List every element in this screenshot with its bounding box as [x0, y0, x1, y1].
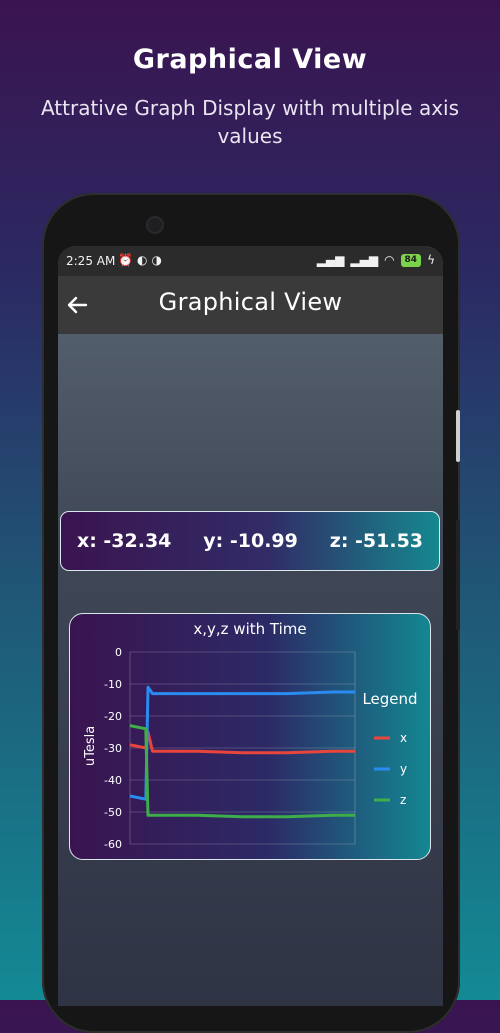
legend-label-x: x	[400, 731, 407, 745]
y-tick-label: -10	[104, 678, 122, 691]
app-icon: ◑	[151, 253, 162, 267]
volume-button	[456, 520, 460, 630]
alarm-icon: ⏰	[118, 253, 133, 267]
series-line-y	[129, 685, 355, 801]
y-axis-ticks: 0 -10 -20 -30 -40 -50 -60	[104, 646, 122, 851]
promo-title: Graphical View	[132, 44, 368, 75]
series-line-x	[129, 730, 355, 755]
arrow-left-icon	[67, 296, 88, 314]
legend-title: Legend	[362, 690, 417, 708]
y-tick-label: -60	[104, 838, 122, 851]
app-icon: ◐	[136, 253, 148, 267]
sensor-readings-card: x: -32.34 y: -10.99 z: -51.53	[60, 511, 440, 571]
legend-label-y: y	[400, 762, 407, 776]
chart-title: x,y,z with Time	[193, 620, 306, 638]
chart-legend: x y z	[374, 731, 407, 807]
y-tick-label: -20	[104, 710, 122, 723]
y-tick-label: -40	[104, 774, 122, 787]
status-left-icons: ⏰ ◐ ◑	[118, 253, 162, 267]
app-bar-title: Graphical View	[158, 288, 343, 316]
signal-icon: ▂▄▆	[350, 253, 379, 267]
y-reading: y: -10.99	[203, 530, 298, 552]
y-tick-label: 0	[115, 646, 122, 659]
status-time: 2:25 AM	[66, 254, 116, 268]
x-reading: x: -32.34	[76, 530, 172, 552]
power-button	[456, 410, 460, 462]
front-camera	[148, 218, 162, 232]
battery-icon: 84	[400, 253, 422, 267]
back-button[interactable]	[66, 290, 96, 320]
y-tick-label: -30	[104, 742, 122, 755]
y-axis-label: uTesla	[83, 726, 98, 766]
line-chart: x,y,z with Time 0 -10 -20 -30 -40 -50 -60 uTes…	[83, 620, 418, 851]
y-tick-label: -50	[104, 806, 122, 819]
chart-card: x,y,z with Time 0 -10 -20 -30 -40 -50 -60 uTes…	[69, 613, 431, 860]
wifi-icon: ◠	[384, 253, 395, 267]
status-right-icons: ▂▄▆ ▂▄▆ ◠ 84 ϟ	[317, 253, 435, 267]
signal-icon: ▂▄▆	[316, 253, 345, 267]
legend-label-z: z	[400, 793, 406, 807]
series-line-z	[129, 724, 355, 819]
status-bar: 2:25 AM ⏰ ◐ ◑ ▂▄▆ ▂▄▆ ◠ 84 ϟ	[58, 246, 443, 276]
charging-icon: ϟ	[427, 253, 435, 267]
promo-subtitle: Attrative Graph Display with multiple ax…	[40, 96, 460, 148]
app-bar: Graphical View	[58, 276, 443, 334]
z-reading: z: -51.53	[329, 530, 424, 552]
chart-series	[129, 685, 355, 819]
phone-screen: 2:25 AM ⏰ ◐ ◑ ▂▄▆ ▂▄▆ ◠ 84 ϟ Graphical V…	[58, 246, 443, 1006]
